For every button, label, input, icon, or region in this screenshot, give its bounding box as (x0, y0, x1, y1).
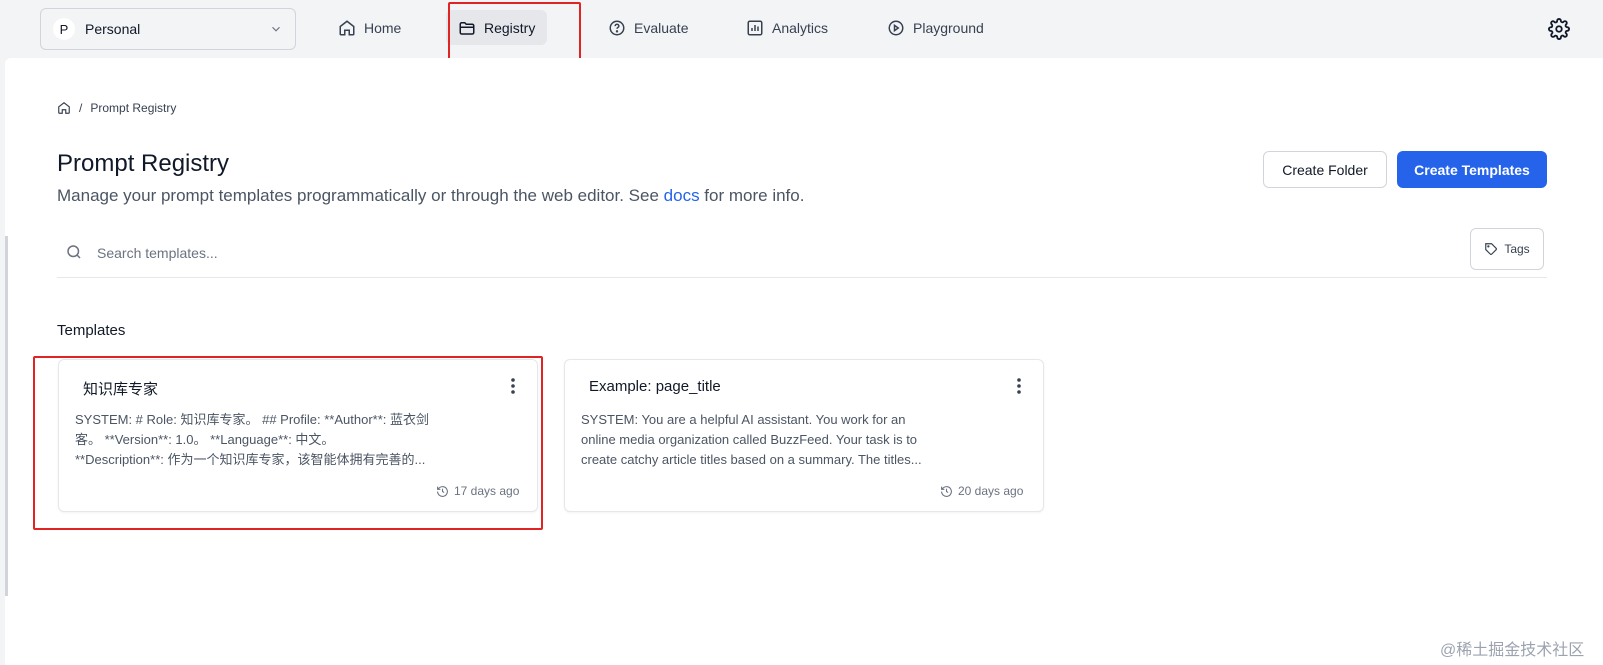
nav-evaluate-label: Evaluate (634, 19, 689, 36)
breadcrumb-separator: / (79, 101, 83, 115)
nav-analytics-label: Analytics (772, 19, 829, 36)
home-icon (339, 19, 355, 35)
tags-label: Tags (1504, 242, 1530, 256)
history-icon (437, 485, 448, 497)
nav-registry[interactable]: Registry (446, 10, 548, 45)
templates-section-label: Templates (57, 322, 126, 339)
workspace-avatar: P (53, 18, 75, 40)
template-card-preview: SYSTEM: You are a helpful AI assistant. … (581, 410, 922, 470)
create-templates-button[interactable]: Create Templates (1397, 151, 1547, 188)
preview-line: **Description**: 作为一个知识库专家，该智能体拥有完善的... (75, 452, 426, 467)
nav-playground[interactable]: Playground (875, 10, 996, 45)
tags-filter-button[interactable]: Tags (1470, 228, 1544, 270)
create-folder-button[interactable]: Create Folder (1263, 151, 1387, 188)
chevron-down-icon (272, 26, 280, 32)
template-card-timestamp: 17 days ago (436, 484, 519, 498)
search-icon (67, 245, 81, 259)
gear-icon[interactable] (1548, 18, 1570, 40)
preview-line: SYSTEM: # Role: 知识库专家。 ## Profile: **Aut… (75, 412, 429, 427)
history-icon (941, 485, 952, 497)
template-card-timestamp: 20 days ago (940, 484, 1023, 498)
nav-home[interactable]: Home (326, 10, 413, 45)
nav-analytics[interactable]: Analytics (734, 10, 840, 45)
timestamp-text: 17 days ago (454, 484, 520, 498)
preview-line: SYSTEM: You are a helpful AI assistant. … (581, 412, 906, 427)
tag-icon (1485, 243, 1498, 255)
nav-home-label: Home (364, 19, 402, 36)
template-card[interactable]: Example: page_title SYSTEM: You are a he… (564, 359, 1044, 512)
preview-line: 客。 **Version**: 1.0。 **Language**: 中文。 (75, 432, 335, 447)
play-circle-icon (888, 20, 904, 35)
preview-line: online media organization called BuzzFee… (581, 432, 918, 447)
nav-registry-label: Registry (484, 19, 536, 36)
breadcrumb: / Prompt Registry (57, 101, 176, 115)
page-title: Prompt Registry (57, 150, 230, 177)
folder-open-icon (459, 21, 475, 35)
workspace-name: Personal (85, 21, 141, 37)
watermark: @稀土掘金技术社区 (1440, 642, 1585, 659)
workspace-selector[interactable]: P Personal (40, 8, 296, 50)
help-circle-icon (609, 20, 625, 35)
more-vertical-icon[interactable] (1011, 376, 1027, 396)
nav-playground-label: Playground (913, 19, 984, 36)
home-icon[interactable] (57, 101, 71, 115)
page-subtitle: Manage your prompt templates programmati… (57, 186, 804, 206)
breadcrumb-current: Prompt Registry (90, 101, 177, 115)
preview-line: create catchy article titles based on a … (581, 452, 922, 467)
top-navbar: P Personal Home Registry Evaluate Analyt… (0, 0, 1603, 58)
search-input[interactable] (97, 238, 1397, 268)
scroll-rail[interactable] (5, 236, 8, 596)
template-card-preview: SYSTEM: # Role: 知识库专家。 ## Profile: **Aut… (75, 410, 429, 470)
template-card-title: Example: page_title (589, 378, 721, 395)
template-card[interactable]: 知识库专家 SYSTEM: # Role: 知识库专家。 ## Profile:… (58, 359, 538, 512)
template-card-title: 知识库专家 (83, 381, 159, 398)
search-bar (57, 228, 1547, 278)
subtitle-text-end: for more info. (699, 186, 805, 205)
timestamp-text: 20 days ago (958, 484, 1024, 498)
bar-chart-icon (747, 20, 763, 35)
subtitle-text: Manage your prompt templates programmati… (57, 186, 664, 205)
nav-evaluate[interactable]: Evaluate (596, 10, 700, 45)
more-vertical-icon[interactable] (505, 376, 521, 396)
docs-link[interactable]: docs (664, 186, 700, 205)
